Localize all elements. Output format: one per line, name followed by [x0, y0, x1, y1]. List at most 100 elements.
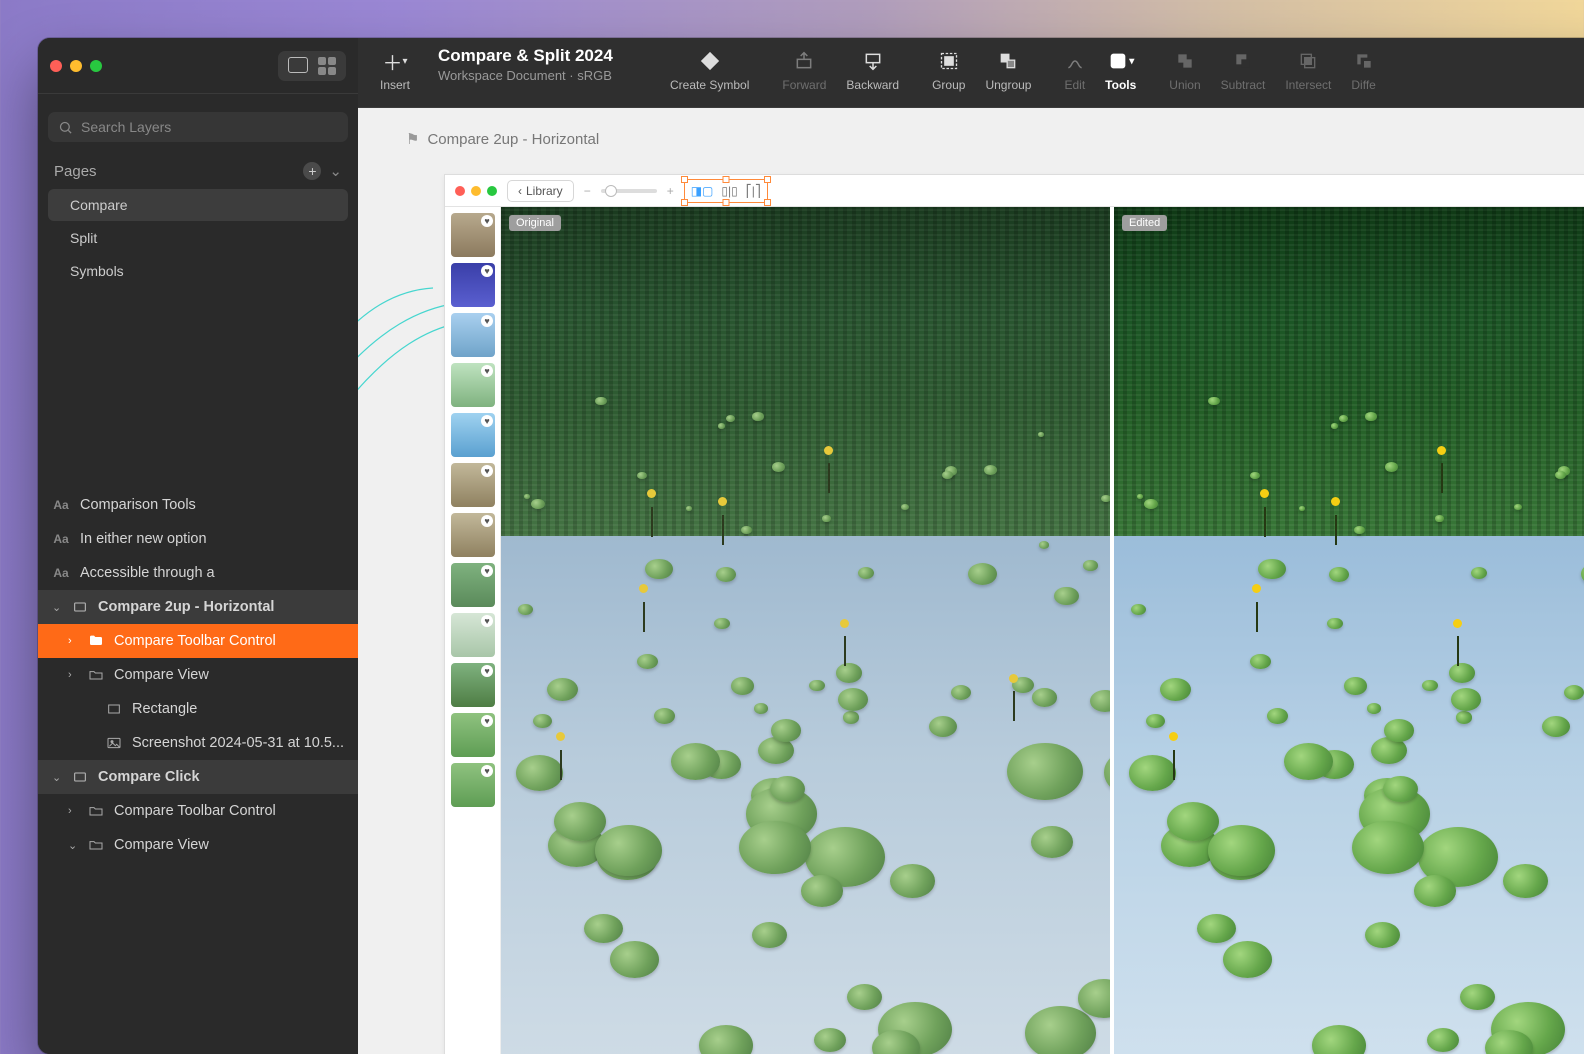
main-area: ＋▾ Insert Compare & Split 2024 Workspace…	[358, 38, 1584, 1054]
photo-original	[501, 207, 1110, 1054]
edit-button[interactable]: Edit	[1054, 46, 1095, 94]
intersect-button[interactable]: Intersect	[1275, 46, 1341, 94]
folder-group-icon	[88, 667, 104, 683]
canvas-view-icon[interactable]	[288, 57, 308, 73]
favorite-icon[interactable]: ♥	[481, 715, 493, 727]
backward-button[interactable]: Backward	[836, 46, 909, 94]
create-symbol-button[interactable]: Create Symbol	[660, 46, 759, 94]
search-icon	[58, 120, 73, 135]
subtract-button[interactable]: Subtract	[1211, 46, 1276, 94]
thumbnail[interactable]: ♥	[451, 513, 495, 557]
plus-icon: ＋▾	[382, 48, 407, 74]
thumbnail[interactable]: ♥	[451, 463, 495, 507]
zoom-slider[interactable]: − +	[584, 184, 674, 198]
plus-icon[interactable]: +	[667, 184, 674, 198]
thumbnail[interactable]: ♥	[451, 563, 495, 607]
document-title[interactable]: Compare & Split 2024 Workspace Document …	[420, 46, 660, 83]
bring-forward-icon	[794, 48, 814, 74]
ungroup-button[interactable]: Ungroup	[975, 46, 1041, 94]
disclosure-icon[interactable]: ⌄	[52, 601, 62, 614]
pane-original[interactable]: Original	[501, 207, 1110, 1054]
layer-image[interactable]: Screenshot 2024-05-31 at 10.5...	[38, 726, 358, 760]
thumbnail-strip[interactable]: ♥ ♥ ♥ ♥ ♥ ♥ ♥ ♥ ♥ ♥ ♥ ♥	[445, 207, 501, 1054]
thumbnail[interactable]: ♥	[451, 263, 495, 307]
add-page-button[interactable]: +	[303, 162, 321, 180]
thumbnail[interactable]: ♥	[451, 213, 495, 257]
text-layer[interactable]: AaAccessible through a	[38, 556, 358, 590]
group-icon	[939, 48, 959, 74]
favorite-icon[interactable]: ♥	[481, 515, 493, 527]
disclosure-icon[interactable]: ⌄	[52, 771, 62, 784]
compare-2up-icon[interactable]: ◨▢	[691, 184, 714, 198]
thumbnail[interactable]: ♥	[451, 413, 495, 457]
flag-icon: ⚑	[406, 130, 419, 148]
collapse-pages-icon[interactable]: ⌄	[329, 162, 342, 180]
thumbnail[interactable]: ♥	[451, 663, 495, 707]
compare-slider-icon[interactable]: ⎡|⎤	[746, 184, 761, 198]
union-button[interactable]: Union	[1159, 46, 1210, 94]
thumbnail[interactable]: ♥	[451, 613, 495, 657]
close-window-icon[interactable]	[50, 60, 62, 72]
fullscreen-window-icon[interactable]	[90, 60, 102, 72]
pane-edited[interactable]: Edited	[1110, 207, 1584, 1054]
mock-body: ♥ ♥ ♥ ♥ ♥ ♥ ♥ ♥ ♥ ♥ ♥ ♥ Original Edited	[445, 207, 1584, 1054]
text-layer[interactable]: AaComparison Tools	[38, 488, 358, 522]
group-button[interactable]: Group	[922, 46, 975, 94]
favorite-icon[interactable]: ♥	[481, 315, 493, 327]
artboard-icon	[72, 599, 88, 615]
difference-icon	[1354, 48, 1374, 74]
minimize-window-icon[interactable]	[70, 60, 82, 72]
favorite-icon[interactable]: ♥	[481, 415, 493, 427]
app-window: Canvas Search Layers Pages + ⌄ CompareSp…	[38, 38, 1584, 1054]
favorite-icon[interactable]: ♥	[481, 365, 493, 377]
thumbnail[interactable]: ♥	[451, 363, 495, 407]
sidebar-view-toggle[interactable]	[278, 51, 346, 81]
photo-edited	[1114, 207, 1584, 1054]
grid-view-icon[interactable]	[318, 57, 336, 75]
page-item[interactable]: Symbols	[48, 255, 348, 287]
page-item[interactable]: Compare	[48, 189, 348, 221]
disclosure-icon[interactable]: ⌄	[68, 839, 78, 852]
layer-group[interactable]: › Compare View	[38, 658, 358, 692]
layer-group[interactable]: ⌄ Compare View	[38, 828, 358, 862]
canvas[interactable]: ⚑ Compare 2up - Horizontal ‹ Library −	[358, 108, 1584, 1054]
union-icon	[1175, 48, 1195, 74]
disclosure-icon[interactable]: ›	[68, 805, 78, 817]
edited-badge: Edited	[1122, 215, 1167, 231]
disclosure-icon[interactable]: ›	[68, 669, 78, 681]
layer-selected[interactable]: › Compare Toolbar Control	[38, 624, 358, 658]
compare-toolbar-control-selection[interactable]: ◨▢ ▯|▯ ⎡|⎤	[684, 179, 768, 203]
favorite-icon[interactable]: ♥	[481, 215, 493, 227]
favorite-icon[interactable]: ♥	[481, 615, 493, 627]
artboard-group[interactable]: ⌄ Compare 2up - Horizontal	[38, 590, 358, 624]
search-layers-input[interactable]: Search Layers	[48, 112, 348, 142]
thumbnail[interactable]: ♥	[451, 763, 495, 807]
artboard-group[interactable]: ⌄ Compare Click	[38, 760, 358, 794]
insert-button[interactable]: ＋▾ Insert	[370, 46, 420, 94]
layers-panel: AaComparison Tools AaIn either new optio…	[38, 488, 358, 1054]
compare-split-icon[interactable]: ▯|▯	[721, 184, 737, 198]
thumbnail[interactable]: ♥	[451, 313, 495, 357]
favorite-icon[interactable]: ♥	[481, 665, 493, 677]
layer-rectangle[interactable]: Rectangle	[38, 692, 358, 726]
favorite-icon[interactable]: ♥	[481, 465, 493, 477]
forward-button[interactable]: Forward	[772, 46, 836, 94]
favorite-icon[interactable]: ♥	[481, 265, 493, 277]
tools-button[interactable]: ▾ Tools	[1095, 46, 1146, 94]
symbol-icon	[699, 48, 721, 74]
thumbnail[interactable]: ♥	[451, 713, 495, 757]
favorite-icon[interactable]: ♥	[481, 765, 493, 777]
intersect-icon	[1298, 48, 1318, 74]
sidebar: Canvas Search Layers Pages + ⌄ CompareSp…	[38, 38, 358, 1054]
traffic-lights[interactable]	[50, 60, 102, 72]
artboard[interactable]: ‹ Library − + ◨▢ ▯|▯ ⎡|⎤	[444, 174, 1584, 1054]
library-back-button[interactable]: ‹ Library	[507, 180, 574, 202]
difference-button[interactable]: Diffe	[1341, 46, 1385, 94]
minus-icon[interactable]: −	[584, 184, 591, 198]
favorite-icon[interactable]: ♥	[481, 565, 493, 577]
text-layer[interactable]: AaIn either new option	[38, 522, 358, 556]
layer-group[interactable]: › Compare Toolbar Control	[38, 794, 358, 828]
page-item[interactable]: Split	[48, 222, 348, 254]
disclosure-icon[interactable]: ›	[68, 635, 78, 647]
artboard-label[interactable]: ⚑ Compare 2up - Horizontal	[406, 130, 599, 148]
